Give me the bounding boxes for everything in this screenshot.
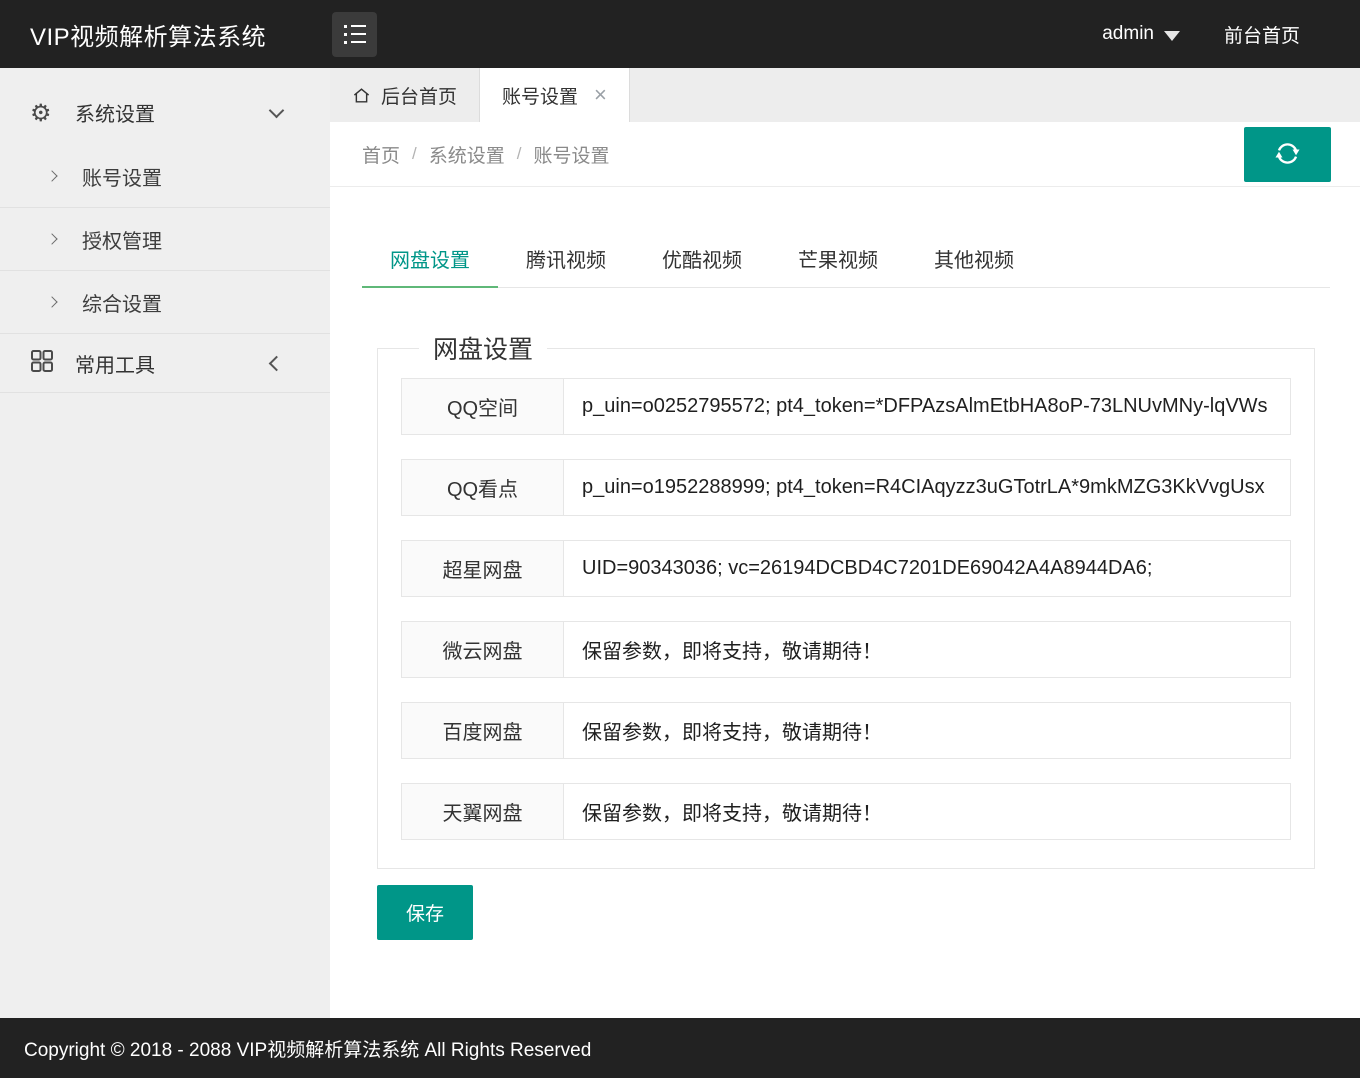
chevron-right-icon [46,296,57,307]
breadcrumb-separator: / [517,144,522,164]
qq-zone-cookie-input[interactable] [564,378,1291,435]
sidebar-toggle-button[interactable] [332,12,377,57]
form-row-tianyi-disk: 天翼网盘 [401,783,1291,840]
window-tabstrip: 后台首页 账号设置 × [330,68,1360,122]
breadcrumb-system-settings[interactable]: 系统设置 [429,141,505,168]
breadcrumb-separator: / [412,144,417,164]
sidebar-item-account-settings[interactable]: 账号设置 [0,145,330,208]
frontend-home-link[interactable]: 前台首页 [1224,21,1300,48]
user-menu[interactable]: admin [1102,23,1180,45]
sidebar-item-general-settings[interactable]: 综合设置 [0,271,330,334]
username: admin [1102,23,1154,45]
sidebar-group-label: 常用工具 [75,349,155,378]
main-content: 首页 / 系统设置 / 账号设置 网盘设置 腾讯视频 优酷视频 [330,122,1360,1018]
breadcrumb-home[interactable]: 首页 [362,141,400,168]
qq-kandian-cookie-input[interactable] [564,459,1291,516]
caret-down-icon [1164,31,1180,41]
sidebar-item-label: 账号设置 [82,162,162,191]
tab-other-video[interactable]: 其他视频 [906,235,1042,288]
form-row-weiyun-disk: 微云网盘 [401,621,1291,678]
field-label: 百度网盘 [401,702,564,759]
sidebar-group-label: 系统设置 [75,98,155,127]
chaoxing-disk-cookie-input[interactable] [564,540,1291,597]
chevron-left-icon [269,355,285,371]
form-row-baidu-disk: 百度网盘 [401,702,1291,759]
top-header: VIP视频解析算法系统 admin 前台首页 [0,0,1360,68]
close-icon[interactable]: × [594,84,607,106]
field-label: QQ空间 [401,378,564,435]
chevron-right-icon [46,170,57,181]
copyright-text: Copyright © 2018 - 2088 VIP视频解析算法系统 All … [24,1035,591,1062]
chevron-right-icon [46,233,57,244]
tab-youku-video[interactable]: 优酷视频 [634,235,770,288]
gear-icon: ⚙ [30,101,56,125]
form-row-qq-zone: QQ空间 [401,378,1291,435]
sidebar-group-common-tools[interactable]: 常用工具 [0,334,330,393]
app-title: VIP视频解析算法系统 [0,17,330,52]
window-tab-account-settings[interactable]: 账号设置 × [480,68,630,122]
breadcrumb-account-settings[interactable]: 账号设置 [534,141,610,168]
window-tab-dashboard[interactable]: 后台首页 [330,68,480,122]
form-row-chaoxing-disk: 超星网盘 [401,540,1291,597]
footer: Copyright © 2018 - 2088 VIP视频解析算法系统 All … [0,1018,1360,1078]
refresh-icon [1272,138,1303,172]
sidebar-item-label: 授权管理 [82,225,162,254]
window-tab-label: 后台首页 [381,82,457,109]
sidebar-group-system-settings[interactable]: ⚙ 系统设置 [0,68,330,145]
grid-icon [30,349,56,377]
sidebar-item-authorization[interactable]: 授权管理 [0,208,330,271]
fieldset-legend: 网盘设置 [419,330,547,366]
refresh-button[interactable] [1244,127,1331,182]
tianyi-disk-input[interactable] [564,783,1291,840]
tab-tencent-video[interactable]: 腾讯视频 [498,235,634,288]
settings-tabbar: 网盘设置 腾讯视频 优酷视频 芒果视频 其他视频 [362,235,1330,288]
form-row-qq-kandian: QQ看点 [401,459,1291,516]
chevron-down-icon [269,102,285,118]
home-icon [352,86,371,105]
field-label: 超星网盘 [401,540,564,597]
field-label: QQ看点 [401,459,564,516]
baidu-disk-input[interactable] [564,702,1291,759]
netdisk-settings-fieldset: 网盘设置 QQ空间 QQ看点 超星网盘 微云网盘 百度网盘 [377,330,1315,869]
breadcrumb: 首页 / 系统设置 / 账号设置 [330,122,1360,187]
field-label: 天翼网盘 [401,783,564,840]
sidebar: ⚙ 系统设置 账号设置 授权管理 综合设置 常用工具 [0,68,330,1018]
list-menu-icon [344,25,366,44]
window-tab-label: 账号设置 [502,82,578,109]
tab-netdisk-settings[interactable]: 网盘设置 [362,235,498,288]
save-button[interactable]: 保存 [377,885,473,940]
weiyun-disk-input[interactable] [564,621,1291,678]
screen: VIP视频解析算法系统 admin 前台首页 ⚙ 系统设置 账号设置 授权 [0,0,1360,1078]
field-label: 微云网盘 [401,621,564,678]
sidebar-item-label: 综合设置 [82,288,162,317]
tab-mango-video[interactable]: 芒果视频 [770,235,906,288]
